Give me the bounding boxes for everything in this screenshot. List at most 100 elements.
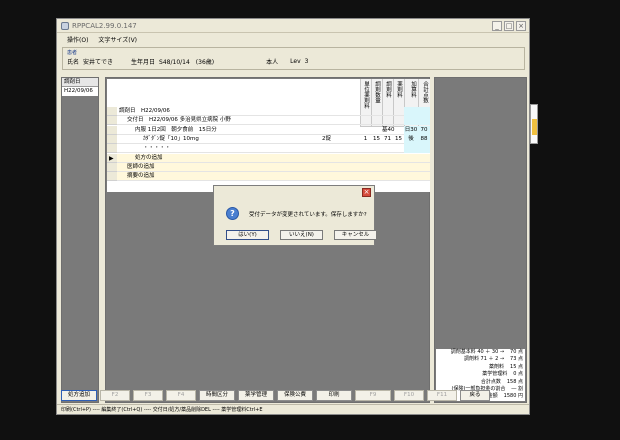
maximize-button[interactable]: □ bbox=[504, 21, 514, 31]
summary-value: 0 点 bbox=[513, 371, 523, 378]
grid-cell bbox=[360, 116, 371, 125]
lev-label: Lev bbox=[290, 58, 301, 65]
grid-cell bbox=[393, 107, 404, 116]
function-button-5[interactable]: 時間区分 bbox=[199, 390, 235, 401]
row-header[interactable] bbox=[107, 107, 117, 116]
grid-cell: 15 bbox=[373, 135, 380, 142]
grid-row[interactable]: 処方の追加 bbox=[117, 153, 430, 163]
row-header[interactable] bbox=[107, 134, 117, 144]
row-header[interactable] bbox=[107, 172, 117, 182]
function-button-7[interactable]: 保険公費 bbox=[277, 390, 313, 401]
grid-cell bbox=[393, 163, 404, 172]
grid-cell: 基40 bbox=[382, 126, 395, 133]
grid-cell: 日30 bbox=[404, 125, 418, 135]
summary-value: 15 点 bbox=[510, 363, 523, 370]
row-header[interactable] bbox=[107, 116, 117, 126]
function-button-10[interactable]: F10 bbox=[394, 390, 424, 401]
summary-row: 薬学管理料 0 点 bbox=[436, 371, 525, 378]
no-button[interactable]: いいえ(N) bbox=[280, 230, 323, 240]
grid-row[interactable]: ｶﾀﾞﾀﾞﾝ錠「10」10mg2錠1157115後発288 bbox=[117, 134, 430, 144]
grid-row: 後 bbox=[117, 134, 430, 153]
function-button-6[interactable]: 薬学管理 bbox=[238, 390, 274, 401]
grid-cell bbox=[371, 126, 382, 135]
grid-cell bbox=[404, 154, 418, 163]
grid-row[interactable]: 内服 1日2回 朝夕食前 15日分 基40 日30 70 bbox=[117, 125, 430, 135]
summary-row: 薬剤料 15 点 bbox=[436, 364, 525, 371]
summary-value: 70 点 bbox=[510, 349, 523, 355]
row-header[interactable] bbox=[107, 144, 117, 154]
grid-cell bbox=[404, 116, 418, 126]
grid-cell: 後 bbox=[404, 134, 418, 144]
dialog-title-bar[interactable]: × bbox=[214, 186, 374, 198]
function-button-8[interactable]: 印刷 bbox=[316, 390, 352, 401]
menu-operation[interactable]: 操作(O) bbox=[67, 35, 88, 44]
dialog-close-icon[interactable]: × bbox=[362, 188, 371, 197]
grid-row-text: 交付日 H22/09/06 多治見県立病院 小野 bbox=[127, 117, 231, 124]
grid-cell bbox=[404, 163, 418, 172]
grid-cell bbox=[418, 172, 430, 181]
grid-cell bbox=[418, 116, 430, 126]
row-header[interactable] bbox=[107, 162, 117, 172]
function-button-4[interactable]: F4 bbox=[166, 390, 196, 401]
date-list-item[interactable]: H22/09/06 bbox=[62, 87, 98, 96]
grid-cell bbox=[371, 116, 382, 125]
grid-cell bbox=[360, 163, 371, 172]
prescription-grid[interactable]: 単位薬剤料 調剤数量 調剤料 薬剤料 加算料 合計点数 調剤日 H22/09/06 交付日 H… bbox=[107, 79, 430, 192]
grid-row-text: 医師の追加 bbox=[127, 163, 155, 170]
summary-value: 158 点 bbox=[506, 378, 523, 385]
grid-row[interactable]: 医師の追加 bbox=[117, 162, 430, 172]
save-confirm-dialog: × ? 受付データが変更されています。保存しますか? はい(Y) いいえ(N) … bbox=[213, 185, 377, 246]
grid-cell bbox=[382, 163, 393, 172]
grid-cell bbox=[360, 107, 371, 116]
grid-cell bbox=[382, 116, 393, 125]
grid-row[interactable]: 摘要の追加 bbox=[117, 172, 430, 182]
grid-cell bbox=[360, 172, 371, 181]
grid-cell bbox=[393, 116, 404, 125]
grid-row-text: 内服 1日2回 朝夕食前 15日分 bbox=[135, 126, 217, 133]
row-header[interactable] bbox=[107, 125, 117, 135]
grid-cell bbox=[382, 154, 393, 163]
grid-cell bbox=[418, 163, 430, 172]
title-bar[interactable]: RPPCAL2.99.0.147 _ □ × bbox=[57, 19, 529, 33]
grid-cell bbox=[360, 126, 371, 135]
function-button-12[interactable]: 戻る bbox=[460, 390, 490, 401]
function-button-9[interactable]: F9 bbox=[355, 390, 391, 401]
lev-value: 3 bbox=[304, 58, 309, 65]
minimize-button[interactable]: _ bbox=[492, 21, 502, 31]
grid-row[interactable]: 調剤日 H22/09/06 bbox=[117, 107, 430, 116]
function-button-1[interactable]: 処方追加 bbox=[61, 390, 97, 401]
birthdate: S48/10/14 (36歳) bbox=[159, 59, 215, 66]
grid-cell bbox=[418, 107, 430, 116]
app-icon bbox=[61, 21, 69, 30]
patient-name: 安井てでき bbox=[83, 59, 114, 66]
patient-panel: 患者 氏名 安井てでき 生年月日 S48/10/14 (36歳) 本人 Lev … bbox=[62, 47, 525, 70]
birthdate-label: 生年月日 bbox=[131, 59, 156, 66]
function-button-3[interactable]: F3 bbox=[133, 390, 163, 401]
row-pointer-icon: ▶ bbox=[109, 154, 114, 162]
grid-cell: 70 bbox=[418, 125, 430, 135]
grid-cell bbox=[382, 107, 393, 116]
grid-cell bbox=[371, 107, 382, 116]
grid-cell: 71 bbox=[384, 135, 391, 142]
function-button-11[interactable]: F11 bbox=[427, 390, 457, 401]
dialog-message: 受付データが変更されています。保存しますか? bbox=[249, 212, 367, 218]
side-tab[interactable] bbox=[530, 104, 538, 144]
close-button[interactable]: × bbox=[516, 21, 526, 31]
grid-cell bbox=[393, 154, 404, 163]
question-icon: ? bbox=[226, 207, 239, 220]
grid-row-text: 処方の追加 bbox=[135, 154, 163, 161]
grid-row-text: ｶﾀﾞﾀﾞﾝ錠「10」10mg bbox=[143, 135, 199, 142]
dispensing-date-list: 調剤日 H22/09/06 bbox=[61, 77, 99, 403]
yes-button[interactable]: はい(Y) bbox=[226, 230, 269, 240]
grid-cell bbox=[371, 172, 382, 181]
grid-cell bbox=[393, 172, 404, 181]
menu-font-size[interactable]: 文字サイズ(V) bbox=[98, 35, 137, 44]
grid-row[interactable]: 交付日 H22/09/06 多治見県立病院 小野 bbox=[117, 116, 430, 126]
grid-cell: 15 bbox=[395, 135, 402, 142]
current-row-indicator[interactable]: ▶ bbox=[107, 153, 117, 163]
cancel-button[interactable]: キャンセル bbox=[334, 230, 377, 240]
summary-label: 調剤料 71 ＋ 2 → bbox=[463, 356, 505, 363]
function-key-bar: 処方追加 F2 F3 F4 時間区分 薬学管理 保険公費 印刷 F9 F10 F11 戻る bbox=[61, 390, 527, 403]
function-button-2[interactable]: F2 bbox=[100, 390, 130, 401]
grid-cell bbox=[404, 172, 418, 181]
